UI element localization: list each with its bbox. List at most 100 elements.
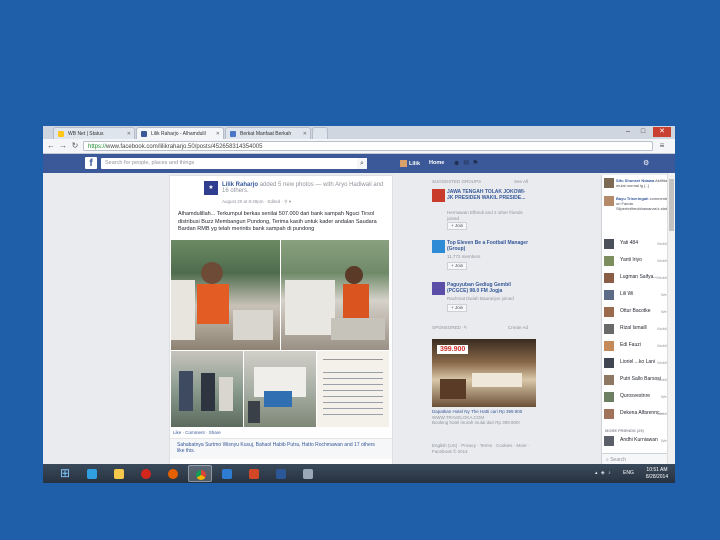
suggested-group: JAWA TENGAH TOLAK JOKOWI-JK PRESIDEN WAK… — [432, 189, 532, 237]
avatar — [604, 178, 614, 188]
page-scrollbar[interactable] — [667, 173, 675, 466]
taskbar-opera-icon[interactable] — [134, 465, 158, 482]
notification-icons[interactable]: ☻✉⚑ — [453, 159, 482, 167]
new-tab-button[interactable] — [312, 127, 328, 139]
avatar — [604, 358, 614, 368]
group-thumbnail[interactable] — [432, 240, 445, 253]
post-photo-3[interactable] — [171, 351, 243, 427]
avatar — [604, 273, 614, 283]
group-thumbnail[interactable] — [432, 282, 445, 295]
start-button-icon[interactable]: ⊞ — [57, 466, 73, 481]
sponsored-heading: SPONSORED ·✎ Create Ad — [432, 325, 528, 330]
join-button[interactable]: + Join — [447, 262, 468, 270]
avatar — [604, 436, 614, 446]
tab-facebook-post[interactable]: Lilik Raharjo - Alhamdulil ✕ — [136, 127, 224, 139]
taskbar-chrome-icon[interactable] — [188, 465, 212, 482]
taskbar-explorer-icon[interactable] — [107, 465, 131, 482]
post-text: Alhamdulillah... Terkumpul berkas senila… — [178, 211, 377, 232]
chat-contact[interactable]: Qurosvestnre Web — [604, 391, 674, 403]
taskbar-network-icon[interactable] — [296, 465, 320, 482]
chat-contact[interactable]: Edi Fauzi Mobile — [604, 340, 674, 352]
browser-tab-bar: WB Net | Status ✕ Lilik Raharjo - Alhamd… — [43, 126, 675, 139]
taskbar-firefox-icon[interactable] — [161, 465, 185, 482]
tab-berkat[interactable]: Berkat Manfaat Berkah ✕ — [225, 127, 311, 139]
ticker-item[interactable]: Sifu Shunsei Ndawa Aktifitas mulai norma… — [604, 178, 674, 192]
home-link[interactable]: Home — [429, 160, 444, 166]
search-input[interactable]: Search for people, places and things — [101, 158, 367, 169]
post-photo-4[interactable] — [244, 351, 316, 427]
chat-contact[interactable]: Ottur Bacotke Web — [604, 306, 674, 318]
post-timestamp[interactable]: August 20 at 8:49pm · Edited · ⚲ ▾ — [222, 199, 291, 205]
menu-icon[interactable]: ≡ — [657, 141, 667, 151]
chat-contact[interactable]: Yati 484 Mobile — [604, 238, 674, 250]
suggested-groups-heading: SUGGESTED GROUPS See All — [432, 179, 528, 184]
chat-contact[interactable]: Lioriel ...ko Lani Mobile — [604, 357, 674, 369]
author-avatar[interactable]: ★ — [204, 181, 218, 195]
right-sidebar: SUGGESTED GROUPS See All JAWA TENGAH TOL… — [431, 175, 541, 480]
taskbar-word-icon[interactable] — [269, 465, 293, 482]
close-window-button[interactable]: ✕ — [653, 127, 671, 137]
forward-arrow-icon[interactable]: → — [58, 141, 68, 151]
windows-taskbar: ⊞ ▴ ◈ ♪ ENG 10:51 AM 8/28/2014 — [43, 464, 675, 483]
taskbar-ie-icon[interactable] — [80, 465, 104, 482]
ticker-item[interactable]: Bayu Triseringah commented on Farida Sil… — [604, 196, 674, 216]
suggested-group: Paguyuban Gediug Gembil (PCGCE) 98.0 FM … — [432, 282, 532, 318]
post-likes: Sahabatnya Surtmo Wisnyu Kusuj, Bahaol H… — [170, 438, 392, 459]
post-photo-5[interactable] — [317, 351, 389, 427]
taskbar-publisher-icon[interactable] — [215, 465, 239, 482]
chat-contact[interactable]: Lili Wi Web — [604, 289, 674, 301]
chat-contact[interactable]: Rizal Ismaill Mobile — [604, 323, 674, 335]
avatar — [604, 196, 614, 206]
chat-contact[interactable]: Dekena Alfarennc... Mobile — [604, 408, 674, 420]
chat-contact[interactable]: Putri Sallo Barsosi Mobile — [604, 374, 674, 386]
avatar — [604, 239, 614, 249]
chat-sidebar: Sifu Shunsei Ndawa Aktifitas mulai norma… — [601, 175, 675, 466]
settings-icon[interactable]: ⚙ — [643, 159, 649, 167]
tab-favicon-icon — [230, 131, 236, 137]
avatar — [604, 290, 614, 300]
ad-price-badge: 399.900 — [437, 345, 469, 354]
chat-contact[interactable]: Lugman Saifya... Mobile — [604, 272, 674, 284]
facebook-header: f Search for people, places and things ⌕… — [43, 154, 675, 173]
address-bar: ← → ↻ https://www.facebook.com/lilikraha… — [43, 139, 675, 154]
taskbar-powerpoint-icon[interactable] — [242, 465, 266, 482]
reload-icon[interactable]: ↻ — [70, 141, 80, 151]
ad-text[interactable]: Dapatkan Hotel Ny The Hatti cari Rp 399.… — [432, 409, 536, 426]
tab-status[interactable]: WB Net | Status ✕ — [53, 127, 135, 139]
profile-link[interactable]: Lilik — [400, 160, 420, 167]
facebook-logo-icon[interactable]: f — [85, 157, 97, 169]
post-header: Lilik Raharjo added 5 new photos — with … — [222, 182, 384, 194]
create-ad-link[interactable]: Create Ad — [508, 325, 528, 330]
avatar — [604, 307, 614, 317]
maximize-button[interactable]: □ — [636, 127, 650, 137]
footer-links[interactable]: English (US) · Privacy · Terms · Cookies… — [432, 443, 536, 455]
group-thumbnail[interactable] — [432, 189, 445, 202]
close-tab-icon[interactable]: ✕ — [216, 128, 220, 139]
post-photo-1[interactable] — [171, 240, 280, 350]
clock[interactable]: 10:51 AM 8/28/2014 — [641, 467, 673, 480]
avatar — [604, 375, 614, 385]
chat-contact[interactable]: Yanti Iriyo Mobile — [604, 255, 674, 267]
system-tray-icons[interactable]: ▴ ◈ ♪ — [595, 470, 612, 476]
facebook-favicon-icon — [141, 131, 147, 137]
minimize-button[interactable]: – — [621, 127, 635, 137]
post-photo-2[interactable] — [281, 240, 389, 350]
back-arrow-icon[interactable]: ← — [46, 141, 56, 151]
close-tab-icon[interactable]: ✕ — [127, 128, 131, 139]
avatar — [400, 160, 407, 167]
close-tab-icon[interactable]: ✕ — [303, 128, 307, 139]
avatar — [604, 324, 614, 334]
join-button[interactable]: + Join — [447, 222, 468, 230]
see-all-link[interactable]: See All — [514, 179, 528, 184]
more-friends-heading: MORE FRIENDS (29) — [605, 428, 644, 433]
url-field[interactable]: https://www.facebook.com/lilikraharjo.50… — [83, 141, 653, 151]
join-button[interactable]: + Join — [447, 304, 468, 312]
post-actions[interactable]: Like · Comment · Share — [173, 430, 221, 435]
avatar — [604, 392, 614, 402]
scrollbar-thumb[interactable] — [669, 179, 674, 231]
chat-contact[interactable]: Andhi Kurniawan Web — [604, 435, 674, 447]
language-indicator[interactable]: ENG — [623, 470, 634, 476]
tab-favicon-icon — [58, 131, 64, 137]
search-icon[interactable]: ⌕ — [357, 158, 367, 169]
avatar — [604, 256, 614, 266]
